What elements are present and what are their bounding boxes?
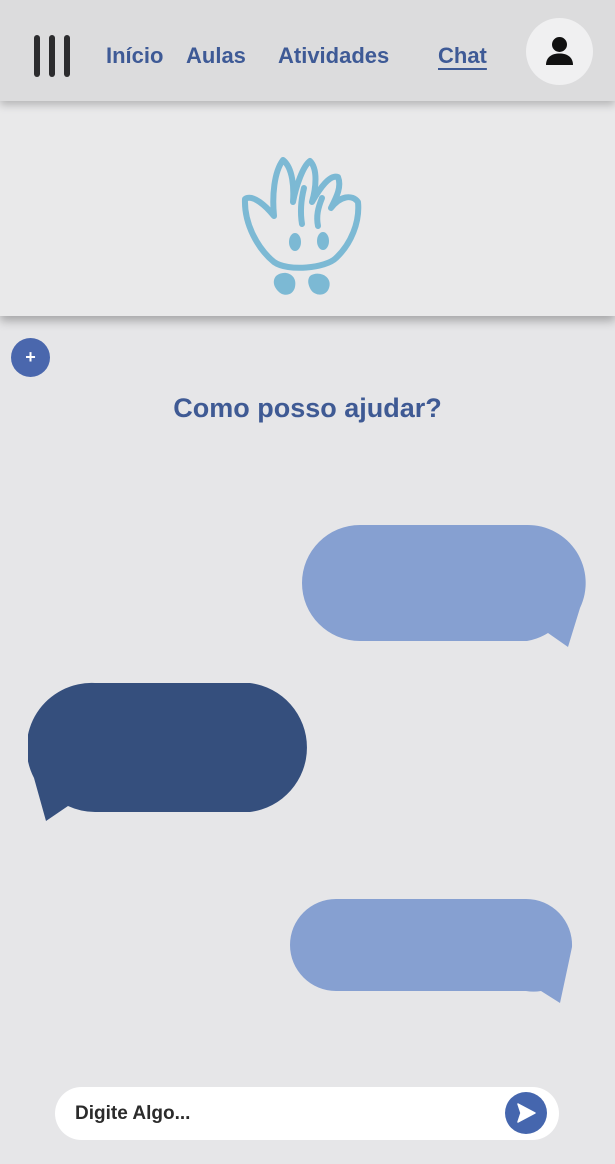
chat-screen: Início Aulas Atividades Chat + Como poss… — [0, 0, 615, 1164]
message-input[interactable] — [75, 1087, 495, 1140]
send-arrow-icon — [517, 1103, 536, 1123]
user-message-bubble — [302, 524, 586, 647]
nav-link-chat[interactable]: Chat — [438, 42, 487, 70]
hamburger-menu-icon[interactable] — [28, 32, 76, 80]
message-composer — [55, 1087, 559, 1140]
nav-link-aulas[interactable]: Aulas — [186, 42, 246, 70]
top-navigation-bar: Início Aulas Atividades Chat — [0, 0, 615, 101]
menu-bar — [49, 35, 55, 77]
user-icon — [546, 37, 573, 65]
profile-button[interactable] — [526, 18, 593, 85]
nav-link-inicio[interactable]: Início — [106, 42, 163, 70]
send-button[interactable] — [505, 1092, 547, 1134]
hand-mascot-icon — [241, 157, 362, 295]
assistant-message-bubble — [28, 682, 307, 821]
user-message-bubble — [290, 899, 573, 1003]
chat-area: + Como posso ajudar? — [0, 316, 615, 1164]
chat-heading: Como posso ajudar? — [173, 393, 442, 423]
new-chat-button[interactable]: + — [11, 338, 50, 377]
menu-bar — [34, 35, 40, 77]
menu-bar — [64, 35, 70, 77]
mascot-banner — [0, 101, 615, 316]
nav-link-atividades[interactable]: Atividades — [278, 42, 389, 70]
